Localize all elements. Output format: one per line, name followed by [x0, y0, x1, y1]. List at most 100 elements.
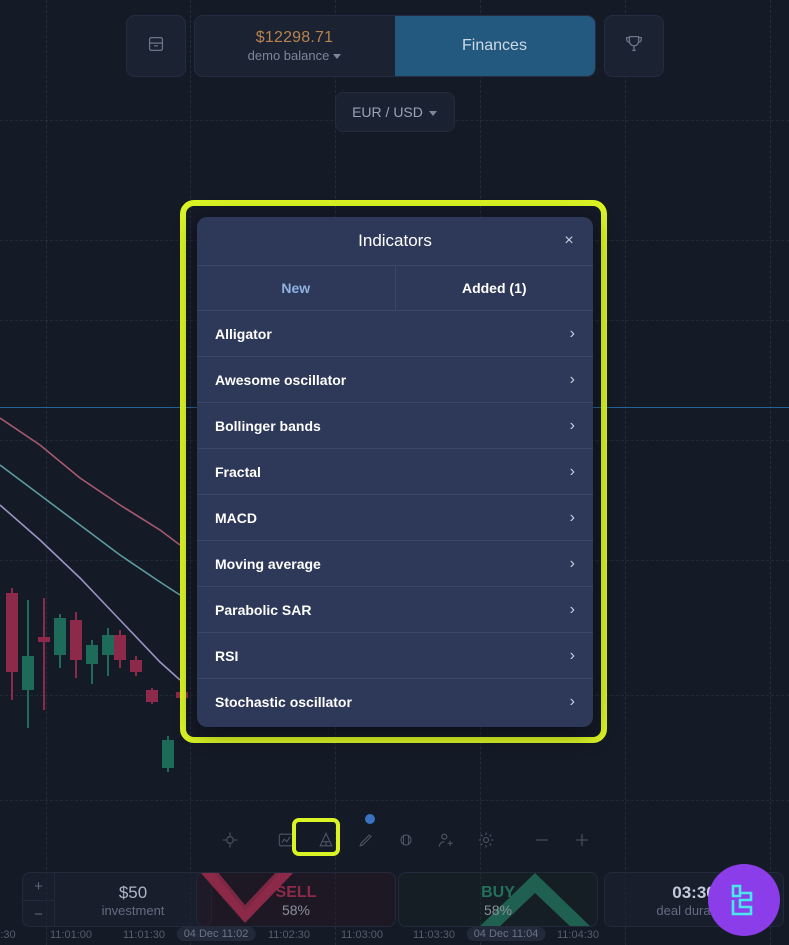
crosshair-button[interactable]: [208, 818, 252, 862]
time-axis: :30 11:01:00 11:01:30 04 Dec 11:02 11:02:30 1…: [0, 927, 789, 945]
axis-tick-label: 11:03:00: [340, 929, 384, 941]
buy-button[interactable]: BUY 58%: [398, 872, 598, 927]
candle-body: [162, 740, 174, 768]
crosshair-icon: [222, 832, 238, 848]
alligator-teeth: [0, 464, 181, 596]
investment-decrease-button[interactable]: −: [23, 900, 54, 926]
chevron-right-icon: ›: [569, 693, 575, 710]
shapes-button[interactable]: [384, 818, 428, 862]
dialog-header: Indicators ×: [197, 217, 593, 265]
indicator-name: MACD: [215, 509, 257, 526]
candle-body: [146, 690, 158, 702]
grid-line-horizontal: [0, 800, 789, 801]
indicator-name: Stochastic oscillator: [215, 694, 352, 710]
settings-icon: [478, 832, 494, 848]
indicator-name: Awesome oscillator: [215, 371, 347, 388]
investment-panel[interactable]: + − $50 investment: [22, 872, 212, 927]
chevron-right-icon: ›: [569, 462, 575, 480]
axis-tick-label: 11:02:30: [267, 929, 311, 941]
axis-tick-label: 11:03:30: [412, 929, 456, 941]
chevron-right-icon: ›: [569, 324, 575, 342]
balance-selector[interactable]: $12298.71 demo balance: [195, 16, 395, 76]
alligator-lips: [0, 417, 181, 546]
chest-icon: [145, 33, 167, 60]
notification-dot: [365, 814, 375, 824]
axis-tick-label: 11:04:30: [556, 929, 600, 941]
sell-label: SELL: [275, 883, 317, 901]
sell-percent: 58%: [281, 901, 311, 918]
add-person-button[interactable]: [424, 818, 468, 862]
asset-selector-button[interactable]: EUR / USD: [334, 92, 455, 132]
indicator-name: RSI: [215, 647, 239, 664]
axis-tick-label: 11:01:00: [49, 929, 93, 941]
indicator-list-item[interactable]: Alligator ›: [197, 311, 593, 357]
draw-pencil-button[interactable]: [344, 818, 388, 862]
dialog-tab-added[interactable]: Added (1): [394, 266, 594, 310]
indicator-list-item[interactable]: MACD ›: [197, 495, 593, 541]
chest-button[interactable]: [125, 15, 186, 77]
chevron-right-icon: ›: [569, 370, 575, 388]
grid-line-vertical: [625, 0, 626, 945]
dialog-tab-new[interactable]: New: [197, 266, 395, 310]
zoom-out-button[interactable]: [520, 818, 564, 862]
tournaments-button[interactable]: [603, 15, 664, 77]
indicator-name: Moving average: [215, 555, 321, 572]
chevron-down-icon: [333, 54, 342, 59]
zoom-out-icon: [536, 839, 548, 841]
dialog-title: Indicators: [358, 231, 432, 250]
axis-tick-label: 04 Dec 11:04: [466, 927, 546, 941]
chart-tools-toolbar: [0, 818, 789, 862]
grid-line-vertical: [46, 0, 47, 945]
chevron-right-icon: ›: [569, 646, 575, 664]
balance-label-row: demo balance: [248, 48, 342, 63]
indicator-list-item[interactable]: Bollinger bands ›: [197, 403, 593, 449]
balance-finances-group: $12298.71 demo balance Finances: [193, 15, 596, 77]
finances-button[interactable]: Finances: [394, 16, 595, 76]
indicator-list-item[interactable]: Awesome oscillator ›: [197, 357, 593, 403]
candle-body: [130, 660, 142, 672]
buy-values: BUY 58%: [399, 873, 597, 926]
investment-increase-button[interactable]: +: [23, 873, 54, 900]
indicator-list-item[interactable]: Parabolic SAR ›: [197, 587, 593, 633]
investment-values: $50 investment: [55, 873, 211, 926]
investment-stepper: + −: [23, 873, 55, 926]
top-toolbar: $12298.71 demo balance Finances: [0, 15, 789, 77]
settings-button[interactable]: [464, 818, 508, 862]
chevron-right-icon: ›: [569, 508, 575, 526]
chevron-right-icon: ›: [569, 554, 575, 572]
indicator-list-item[interactable]: RSI ›: [197, 633, 593, 679]
candle-body: [70, 620, 82, 660]
logo-icon: [731, 884, 753, 916]
chevron-right-icon: ›: [569, 416, 575, 434]
close-icon[interactable]: ×: [559, 231, 579, 251]
chevron-down-icon: [428, 110, 437, 116]
candle-body: [114, 635, 126, 660]
shapes-icon: [400, 834, 412, 846]
buy-percent: 58%: [483, 901, 513, 918]
sell-button[interactable]: SELL 58%: [196, 872, 396, 927]
draw-pencil-icon: [359, 834, 372, 847]
indicator-name: Parabolic SAR: [215, 601, 312, 618]
indicator-list: Alligator › Awesome oscillator › Bollinger b…: [197, 311, 593, 725]
zoom-in-button[interactable]: [560, 818, 604, 862]
indicator-list-item[interactable]: Fractal ›: [197, 449, 593, 495]
add-person-icon: [438, 833, 453, 847]
indicator-name: Fractal: [215, 463, 261, 480]
indicator-name: Bollinger bands: [215, 417, 321, 434]
candle-body: [6, 593, 18, 672]
indicator-list-item[interactable]: Stochastic oscillator ›: [197, 679, 593, 725]
candle-body: [54, 618, 66, 655]
dialog-tabs: New Added (1): [197, 265, 593, 311]
indicator-name: Alligator: [215, 325, 272, 342]
brand-logo-badge[interactable]: [708, 864, 780, 936]
candle-body: [102, 635, 114, 655]
indicator-list-item[interactable]: Moving average ›: [197, 541, 593, 587]
balance-amount: $12298.71: [255, 29, 334, 46]
candle-body: [38, 637, 50, 642]
trading-app-window: $12298.71 demo balance Finances EUR / US…: [0, 0, 789, 945]
chevron-right-icon: ›: [569, 600, 575, 618]
grid-line-vertical: [770, 0, 771, 945]
candle-wick: [43, 598, 45, 710]
axis-tick-label: :30: [0, 929, 16, 941]
investment-amount: $50: [118, 883, 148, 902]
